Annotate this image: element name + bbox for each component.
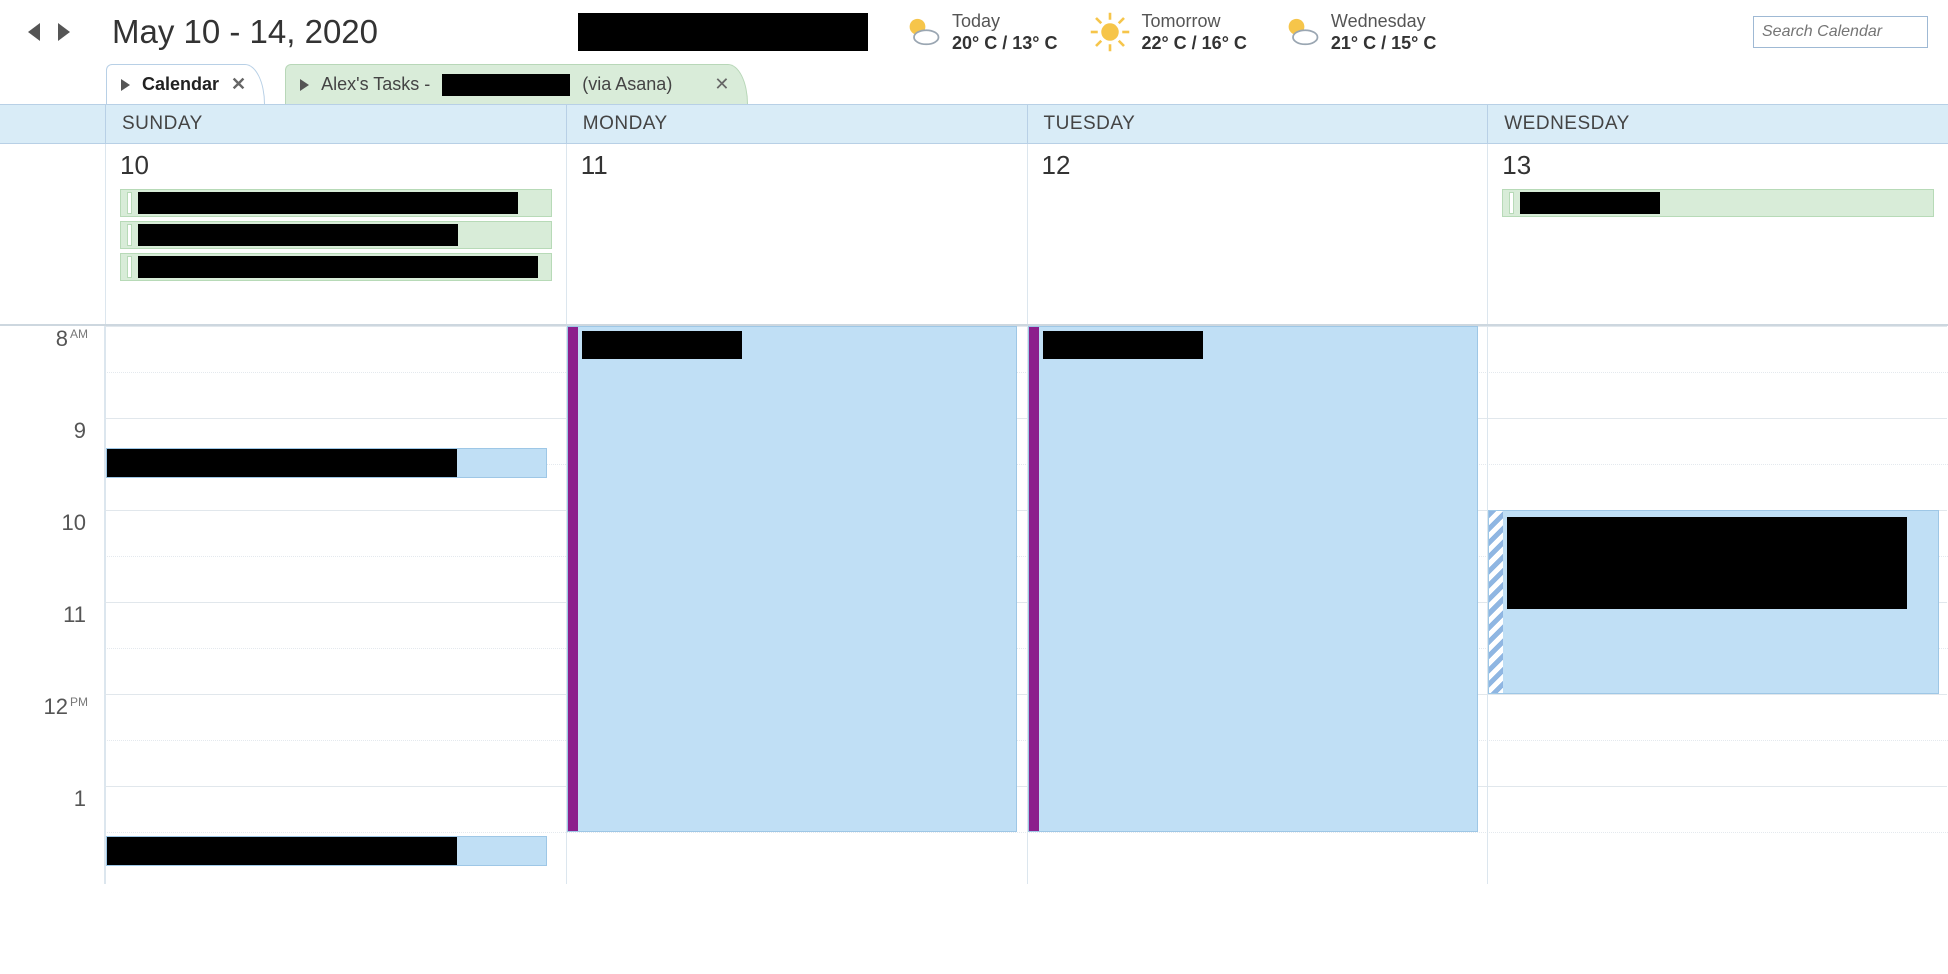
allday-event[interactable] bbox=[120, 189, 552, 217]
nav-arrows bbox=[28, 23, 70, 41]
weather-today[interactable]: Today 20° C / 13° C bbox=[900, 10, 1057, 55]
time-label: 9 bbox=[0, 418, 104, 510]
allday-event[interactable] bbox=[1502, 189, 1934, 217]
partly-cloudy-icon bbox=[1279, 11, 1321, 53]
weather-wednesday-text: Wednesday 21° C / 15° C bbox=[1331, 10, 1436, 55]
prev-week-button[interactable] bbox=[28, 23, 40, 41]
day-col-monday[interactable] bbox=[566, 326, 1027, 884]
tab-calendar-label: Calendar bbox=[142, 74, 219, 95]
day-number-wednesday: 13 bbox=[1502, 150, 1934, 181]
event-tentative-stripe bbox=[1489, 511, 1503, 693]
weather-wednesday-label: Wednesday bbox=[1331, 10, 1436, 33]
time-label: 1 bbox=[0, 786, 104, 878]
allday-row: 10 11 12 13 bbox=[0, 144, 1948, 324]
tab-asana-redacted bbox=[442, 74, 570, 96]
tab-asana-prefix: Alex's Tasks - bbox=[321, 74, 430, 95]
calendar-event[interactable] bbox=[1488, 510, 1939, 694]
weather-today-label: Today bbox=[952, 10, 1057, 33]
search-calendar-input[interactable] bbox=[1753, 16, 1928, 48]
day-number-tuesday: 12 bbox=[1042, 150, 1474, 181]
date-range-title: May 10 - 14, 2020 bbox=[112, 13, 378, 51]
allday-cell-tuesday[interactable]: 12 bbox=[1027, 144, 1488, 324]
allday-gutter bbox=[0, 144, 105, 324]
tab-calendar[interactable]: Calendar ✕ bbox=[106, 64, 265, 104]
day-headers-row: SUNDAY MONDAY TUESDAY WEDNESDAY bbox=[0, 104, 1948, 144]
weather-today-temp: 20° C / 13° C bbox=[952, 32, 1057, 55]
day-columns bbox=[105, 326, 1948, 884]
calendar-event[interactable] bbox=[106, 836, 547, 866]
day-number-monday: 11 bbox=[581, 150, 1013, 181]
calendar-event[interactable] bbox=[1028, 326, 1479, 832]
event-category-stripe bbox=[1029, 327, 1039, 831]
weather-wednesday[interactable]: Wednesday 21° C / 15° C bbox=[1279, 10, 1436, 55]
day-header-wednesday[interactable]: WEDNESDAY bbox=[1487, 105, 1948, 143]
close-tab-calendar[interactable]: ✕ bbox=[231, 74, 246, 95]
time-gutter: 8AM 9 10 11 12PM 1 bbox=[0, 326, 105, 884]
close-tab-asana[interactable]: ✕ bbox=[714, 74, 729, 95]
redacted-header-block bbox=[578, 13, 868, 51]
allday-cell-monday[interactable]: 11 bbox=[566, 144, 1027, 324]
tab-arrow-icon bbox=[300, 79, 309, 91]
allday-event[interactable] bbox=[120, 253, 552, 281]
event-category-stripe bbox=[568, 327, 578, 831]
calendar-event[interactable] bbox=[106, 448, 547, 478]
topbar: May 10 - 14, 2020 Today 20° C / 13° C To… bbox=[0, 0, 1948, 64]
sunny-icon bbox=[1089, 11, 1131, 53]
weather-tomorrow-text: Tomorrow 22° C / 16° C bbox=[1141, 10, 1246, 55]
weather-today-text: Today 20° C / 13° C bbox=[952, 10, 1057, 55]
weather-tomorrow[interactable]: Tomorrow 22° C / 16° C bbox=[1089, 10, 1246, 55]
time-gutter-header bbox=[0, 105, 105, 143]
time-label: 12PM bbox=[0, 694, 104, 786]
day-col-sunday[interactable] bbox=[105, 326, 566, 884]
next-week-button[interactable] bbox=[58, 23, 70, 41]
timed-grid: 8AM 9 10 11 12PM 1 bbox=[0, 324, 1948, 884]
calendar-tabs: Calendar ✕ Alex's Tasks - (via Asana) ✕ bbox=[0, 64, 1948, 104]
weather-tomorrow-label: Tomorrow bbox=[1141, 10, 1246, 33]
weather-wednesday-temp: 21° C / 15° C bbox=[1331, 32, 1436, 55]
day-col-tuesday[interactable] bbox=[1027, 326, 1488, 884]
partly-cloudy-icon bbox=[900, 11, 942, 53]
calendar-event[interactable] bbox=[567, 326, 1018, 832]
day-number-sunday: 10 bbox=[120, 150, 552, 181]
time-label: 8AM bbox=[0, 326, 104, 418]
time-label: 10 bbox=[0, 510, 104, 602]
allday-cell-sunday[interactable]: 10 bbox=[105, 144, 566, 324]
tab-asana-suffix: (via Asana) bbox=[582, 74, 672, 95]
day-header-monday[interactable]: MONDAY bbox=[566, 105, 1027, 143]
day-header-tuesday[interactable]: TUESDAY bbox=[1027, 105, 1488, 143]
tab-arrow-icon bbox=[121, 79, 130, 91]
allday-event[interactable] bbox=[120, 221, 552, 249]
day-header-sunday[interactable]: SUNDAY bbox=[105, 105, 566, 143]
day-col-wednesday[interactable] bbox=[1487, 326, 1948, 884]
allday-cell-wednesday[interactable]: 13 bbox=[1487, 144, 1948, 324]
time-label: 11 bbox=[0, 602, 104, 694]
weather-tomorrow-temp: 22° C / 16° C bbox=[1141, 32, 1246, 55]
tab-asana-tasks[interactable]: Alex's Tasks - (via Asana) ✕ bbox=[285, 64, 748, 104]
